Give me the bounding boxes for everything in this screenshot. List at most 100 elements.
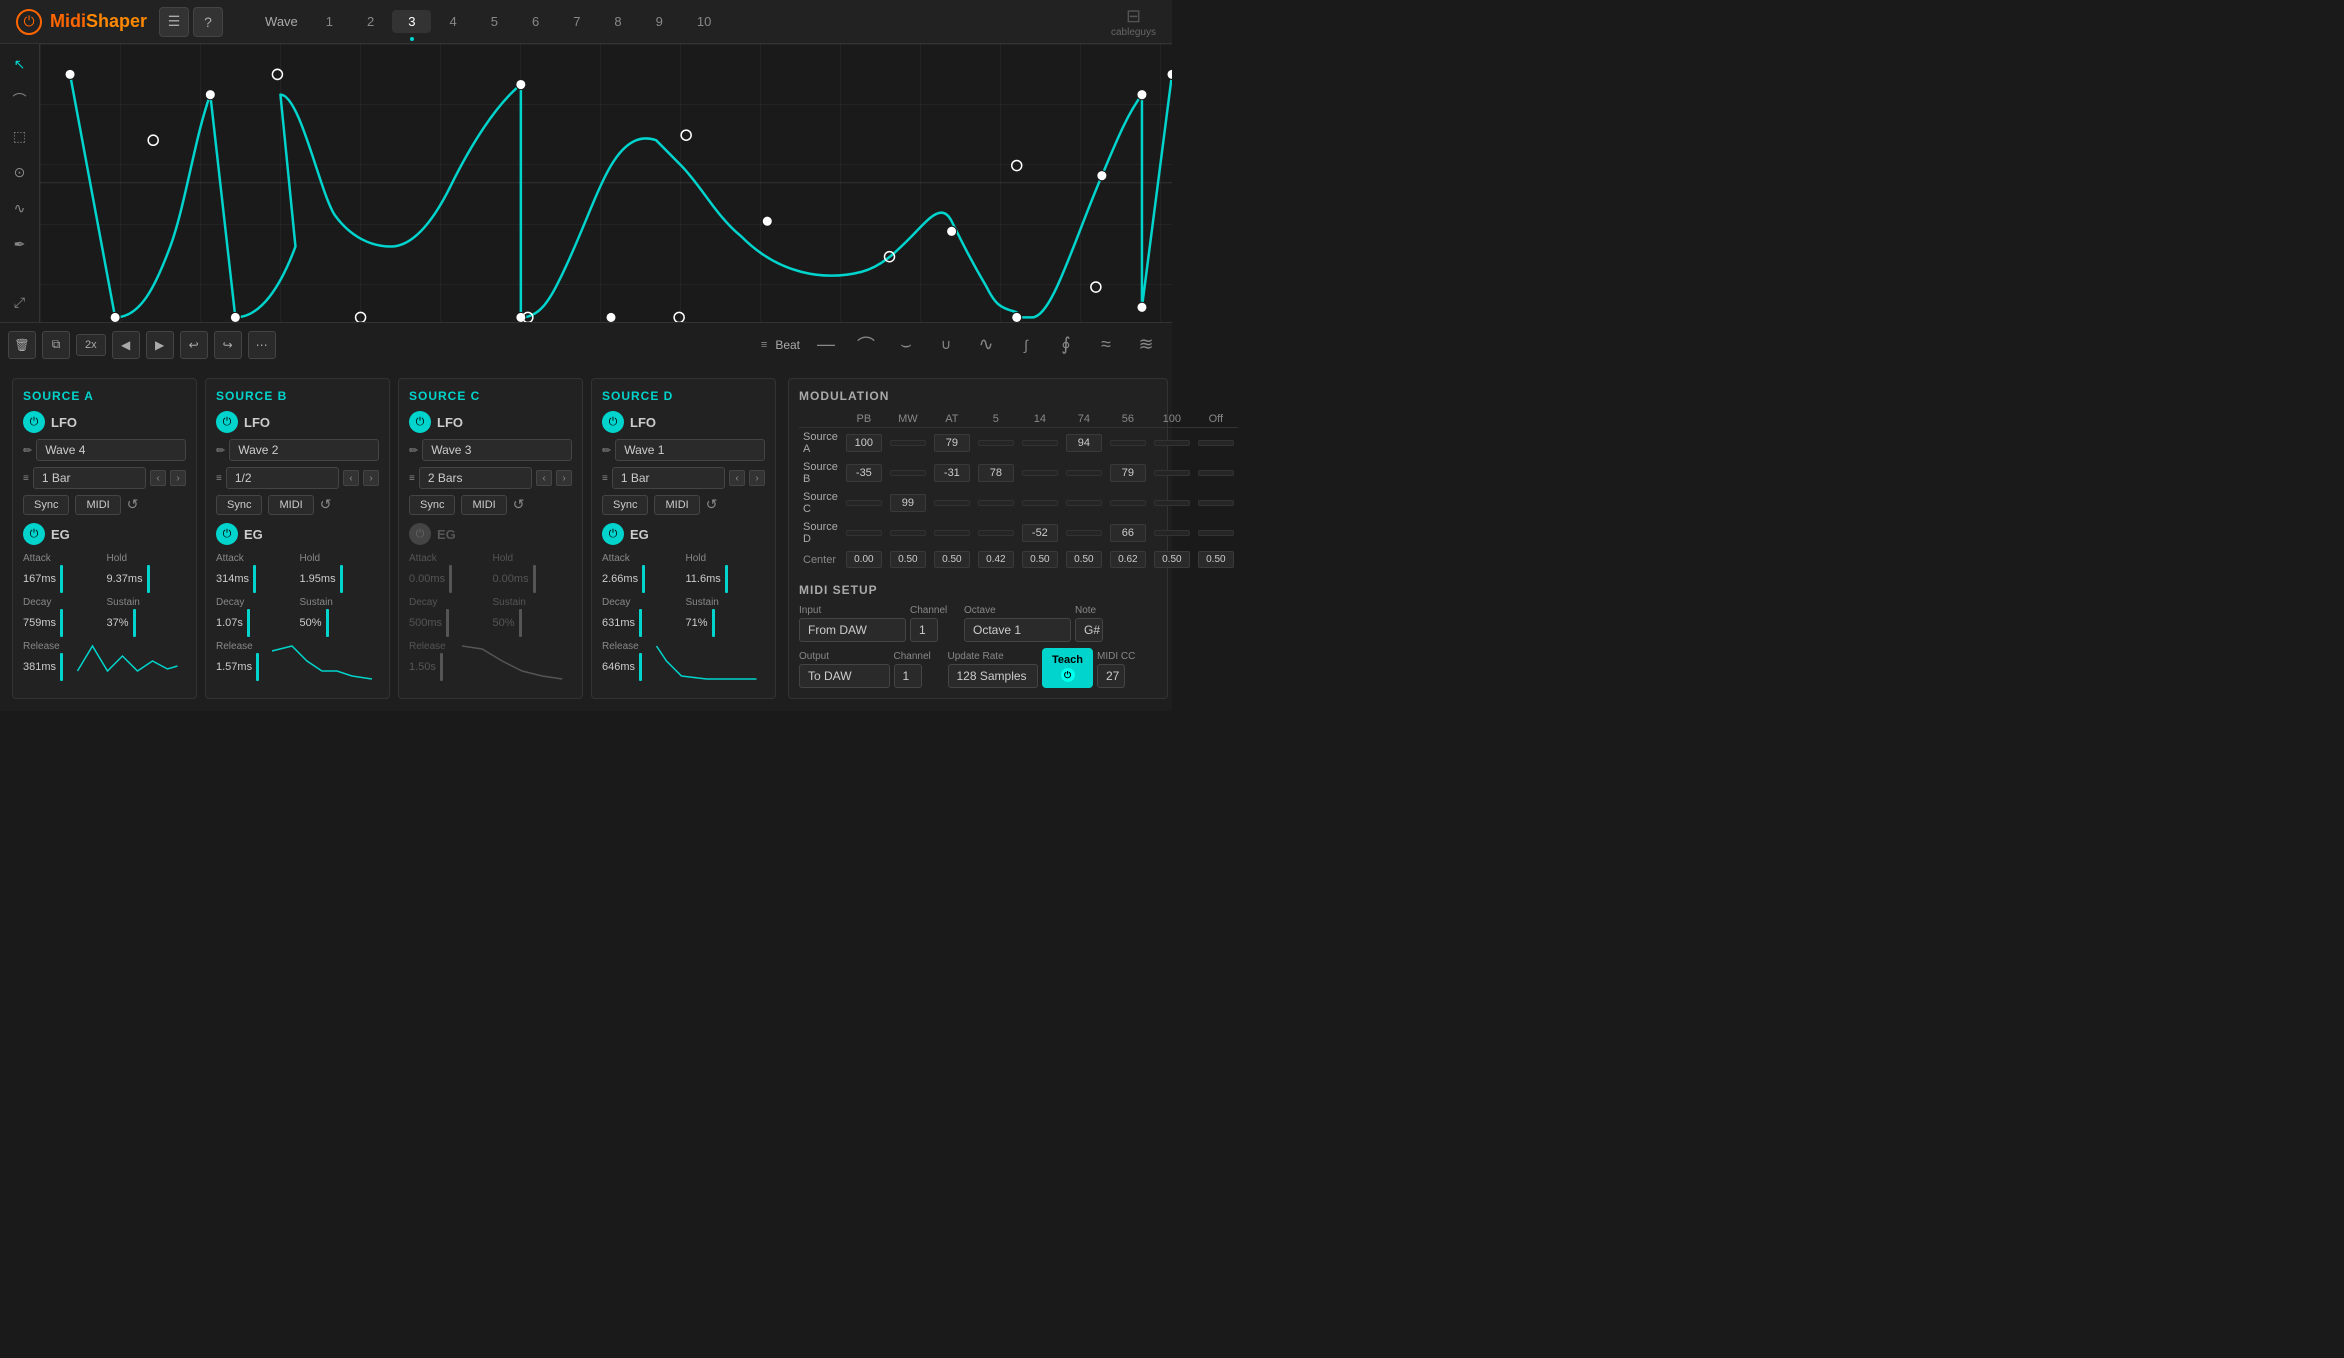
mod-a-56[interactable] (1110, 440, 1146, 446)
power-button[interactable]: ⏻ (16, 9, 42, 35)
mod-b-pb[interactable]: -35 (846, 464, 882, 482)
source-c-lfo-power[interactable]: ⏻ (409, 411, 431, 433)
node-tool[interactable]: ⊙ (8, 160, 32, 184)
source-b-release-slider[interactable] (256, 653, 259, 681)
bezier-tool[interactable]: ∿ (8, 196, 32, 220)
source-b-eg-power[interactable]: ⏻ (216, 523, 238, 545)
source-d-lfo-power[interactable]: ⏻ (602, 411, 624, 433)
mod-b-14[interactable] (1022, 470, 1058, 476)
tab-8[interactable]: 8 (598, 10, 637, 33)
source-c-midi[interactable]: MIDI (461, 495, 506, 515)
source-c-decay-slider[interactable] (446, 609, 449, 637)
source-b-midi[interactable]: MIDI (268, 495, 313, 515)
mod-c-56[interactable] (1110, 500, 1146, 506)
mod-d-14[interactable]: -52 (1022, 524, 1058, 542)
source-b-cycle[interactable]: ↺ (320, 496, 338, 514)
tab-5[interactable]: 5 (475, 10, 514, 33)
cursor-tool[interactable]: ↖ (8, 52, 32, 76)
back-button[interactable]: ◀ (112, 331, 140, 359)
menu-button[interactable]: ☰ (159, 7, 189, 37)
note-value[interactable]: G# (1075, 618, 1103, 642)
source-a-pencil-icon[interactable]: ✏ (23, 444, 32, 457)
source-a-sustain-slider[interactable] (133, 609, 136, 637)
source-a-midi[interactable]: MIDI (75, 495, 120, 515)
source-a-sync[interactable]: Sync (23, 495, 69, 515)
source-d-bar-right[interactable]: › (749, 470, 765, 486)
mod-a-mw[interactable] (890, 440, 926, 446)
source-d-hold-slider[interactable] (725, 565, 728, 593)
source-c-hold-slider[interactable] (533, 565, 536, 593)
source-c-attack-slider[interactable] (449, 565, 452, 593)
mod-center-off[interactable]: 0.50 (1198, 551, 1234, 568)
redo-button[interactable]: ↪ (214, 331, 242, 359)
source-a-bar-left[interactable]: ‹ (150, 470, 166, 486)
mod-d-mw[interactable] (890, 530, 926, 536)
mod-center-at[interactable]: 0.50 (934, 551, 970, 568)
select-tool[interactable]: ⬚ (8, 124, 32, 148)
mod-center-100[interactable]: 0.50 (1154, 551, 1190, 568)
tab-7[interactable]: 7 (557, 10, 596, 33)
source-a-wave-name[interactable]: Wave 4 (36, 439, 186, 461)
source-a-lfo-power[interactable]: ⏻ (23, 411, 45, 433)
input-value[interactable]: From DAW (799, 618, 906, 642)
source-d-bar-left[interactable]: ‹ (729, 470, 745, 486)
mod-a-5[interactable] (978, 440, 1014, 446)
mod-c-at[interactable] (934, 500, 970, 506)
source-d-bar-value[interactable]: 1 Bar (612, 467, 725, 489)
mod-a-pb[interactable]: 100 (846, 434, 882, 452)
input-channel-value[interactable]: 1 (910, 618, 938, 642)
source-d-eg-power[interactable]: ⏻ (602, 523, 624, 545)
shape-flat[interactable]: — (808, 333, 844, 357)
source-d-cycle[interactable]: ↺ (706, 496, 724, 514)
source-b-sustain-slider[interactable] (326, 609, 329, 637)
shape-curve3[interactable]: ∪ (928, 333, 964, 357)
source-a-cycle[interactable]: ↺ (127, 496, 145, 514)
source-a-bar-value[interactable]: 1 Bar (33, 467, 146, 489)
mod-c-mw[interactable]: 99 (890, 494, 926, 512)
teach-button[interactable]: Teach ⏻ (1042, 648, 1093, 688)
mod-c-74[interactable] (1066, 500, 1102, 506)
mod-c-5[interactable] (978, 500, 1014, 506)
curve-tool[interactable]: ⌒ (8, 88, 32, 112)
mod-d-5[interactable] (978, 530, 1014, 536)
tab-3[interactable]: 3 (392, 10, 431, 33)
trash-button[interactable]: 🗑 (8, 331, 36, 359)
source-b-pencil-icon[interactable]: ✏ (216, 444, 225, 457)
mod-d-pb[interactable] (846, 530, 882, 536)
mod-center-pb[interactable]: 0.00 (846, 551, 882, 568)
mod-c-pb[interactable] (846, 500, 882, 506)
source-c-sync[interactable]: Sync (409, 495, 455, 515)
update-rate-value[interactable]: 128 Samples (948, 664, 1039, 688)
source-c-release-slider[interactable] (440, 653, 443, 681)
source-a-attack-slider[interactable] (60, 565, 63, 593)
source-d-midi[interactable]: MIDI (654, 495, 699, 515)
source-d-sync[interactable]: Sync (602, 495, 648, 515)
mod-a-off[interactable] (1198, 440, 1234, 446)
shape-wave1[interactable]: ∿ (968, 333, 1004, 357)
more-button[interactable]: ⋯ (248, 331, 276, 359)
tab-4[interactable]: 4 (433, 10, 472, 33)
source-c-pencil-icon[interactable]: ✏ (409, 444, 418, 457)
pen-tool[interactable]: ✒ (8, 232, 32, 256)
mod-center-mw[interactable]: 0.50 (890, 551, 926, 568)
mod-b-at[interactable]: -31 (934, 464, 970, 482)
tab-10[interactable]: 10 (681, 10, 727, 33)
tab-2[interactable]: 2 (351, 10, 390, 33)
mod-d-100[interactable] (1154, 530, 1190, 536)
source-d-attack-slider[interactable] (642, 565, 645, 593)
mod-center-5[interactable]: 0.42 (978, 551, 1014, 568)
source-b-bar-right[interactable]: › (363, 470, 379, 486)
source-c-eg-power[interactable]: ⏻ (409, 523, 431, 545)
source-d-decay-slider[interactable] (639, 609, 642, 637)
mod-b-mw[interactable] (890, 470, 926, 476)
source-b-bar-value[interactable]: 1/2 (226, 467, 339, 489)
tab-6[interactable]: 6 (516, 10, 555, 33)
tab-1[interactable]: 1 (310, 10, 349, 33)
mod-d-56[interactable]: 66 (1110, 524, 1146, 542)
undo-button[interactable]: ↩ (180, 331, 208, 359)
shape-wave5[interactable]: ≋ (1128, 333, 1164, 357)
source-b-attack-slider[interactable] (253, 565, 256, 593)
mod-b-74[interactable] (1066, 470, 1102, 476)
shape-curve2[interactable]: ⌣ (888, 333, 924, 357)
source-b-sync[interactable]: Sync (216, 495, 262, 515)
